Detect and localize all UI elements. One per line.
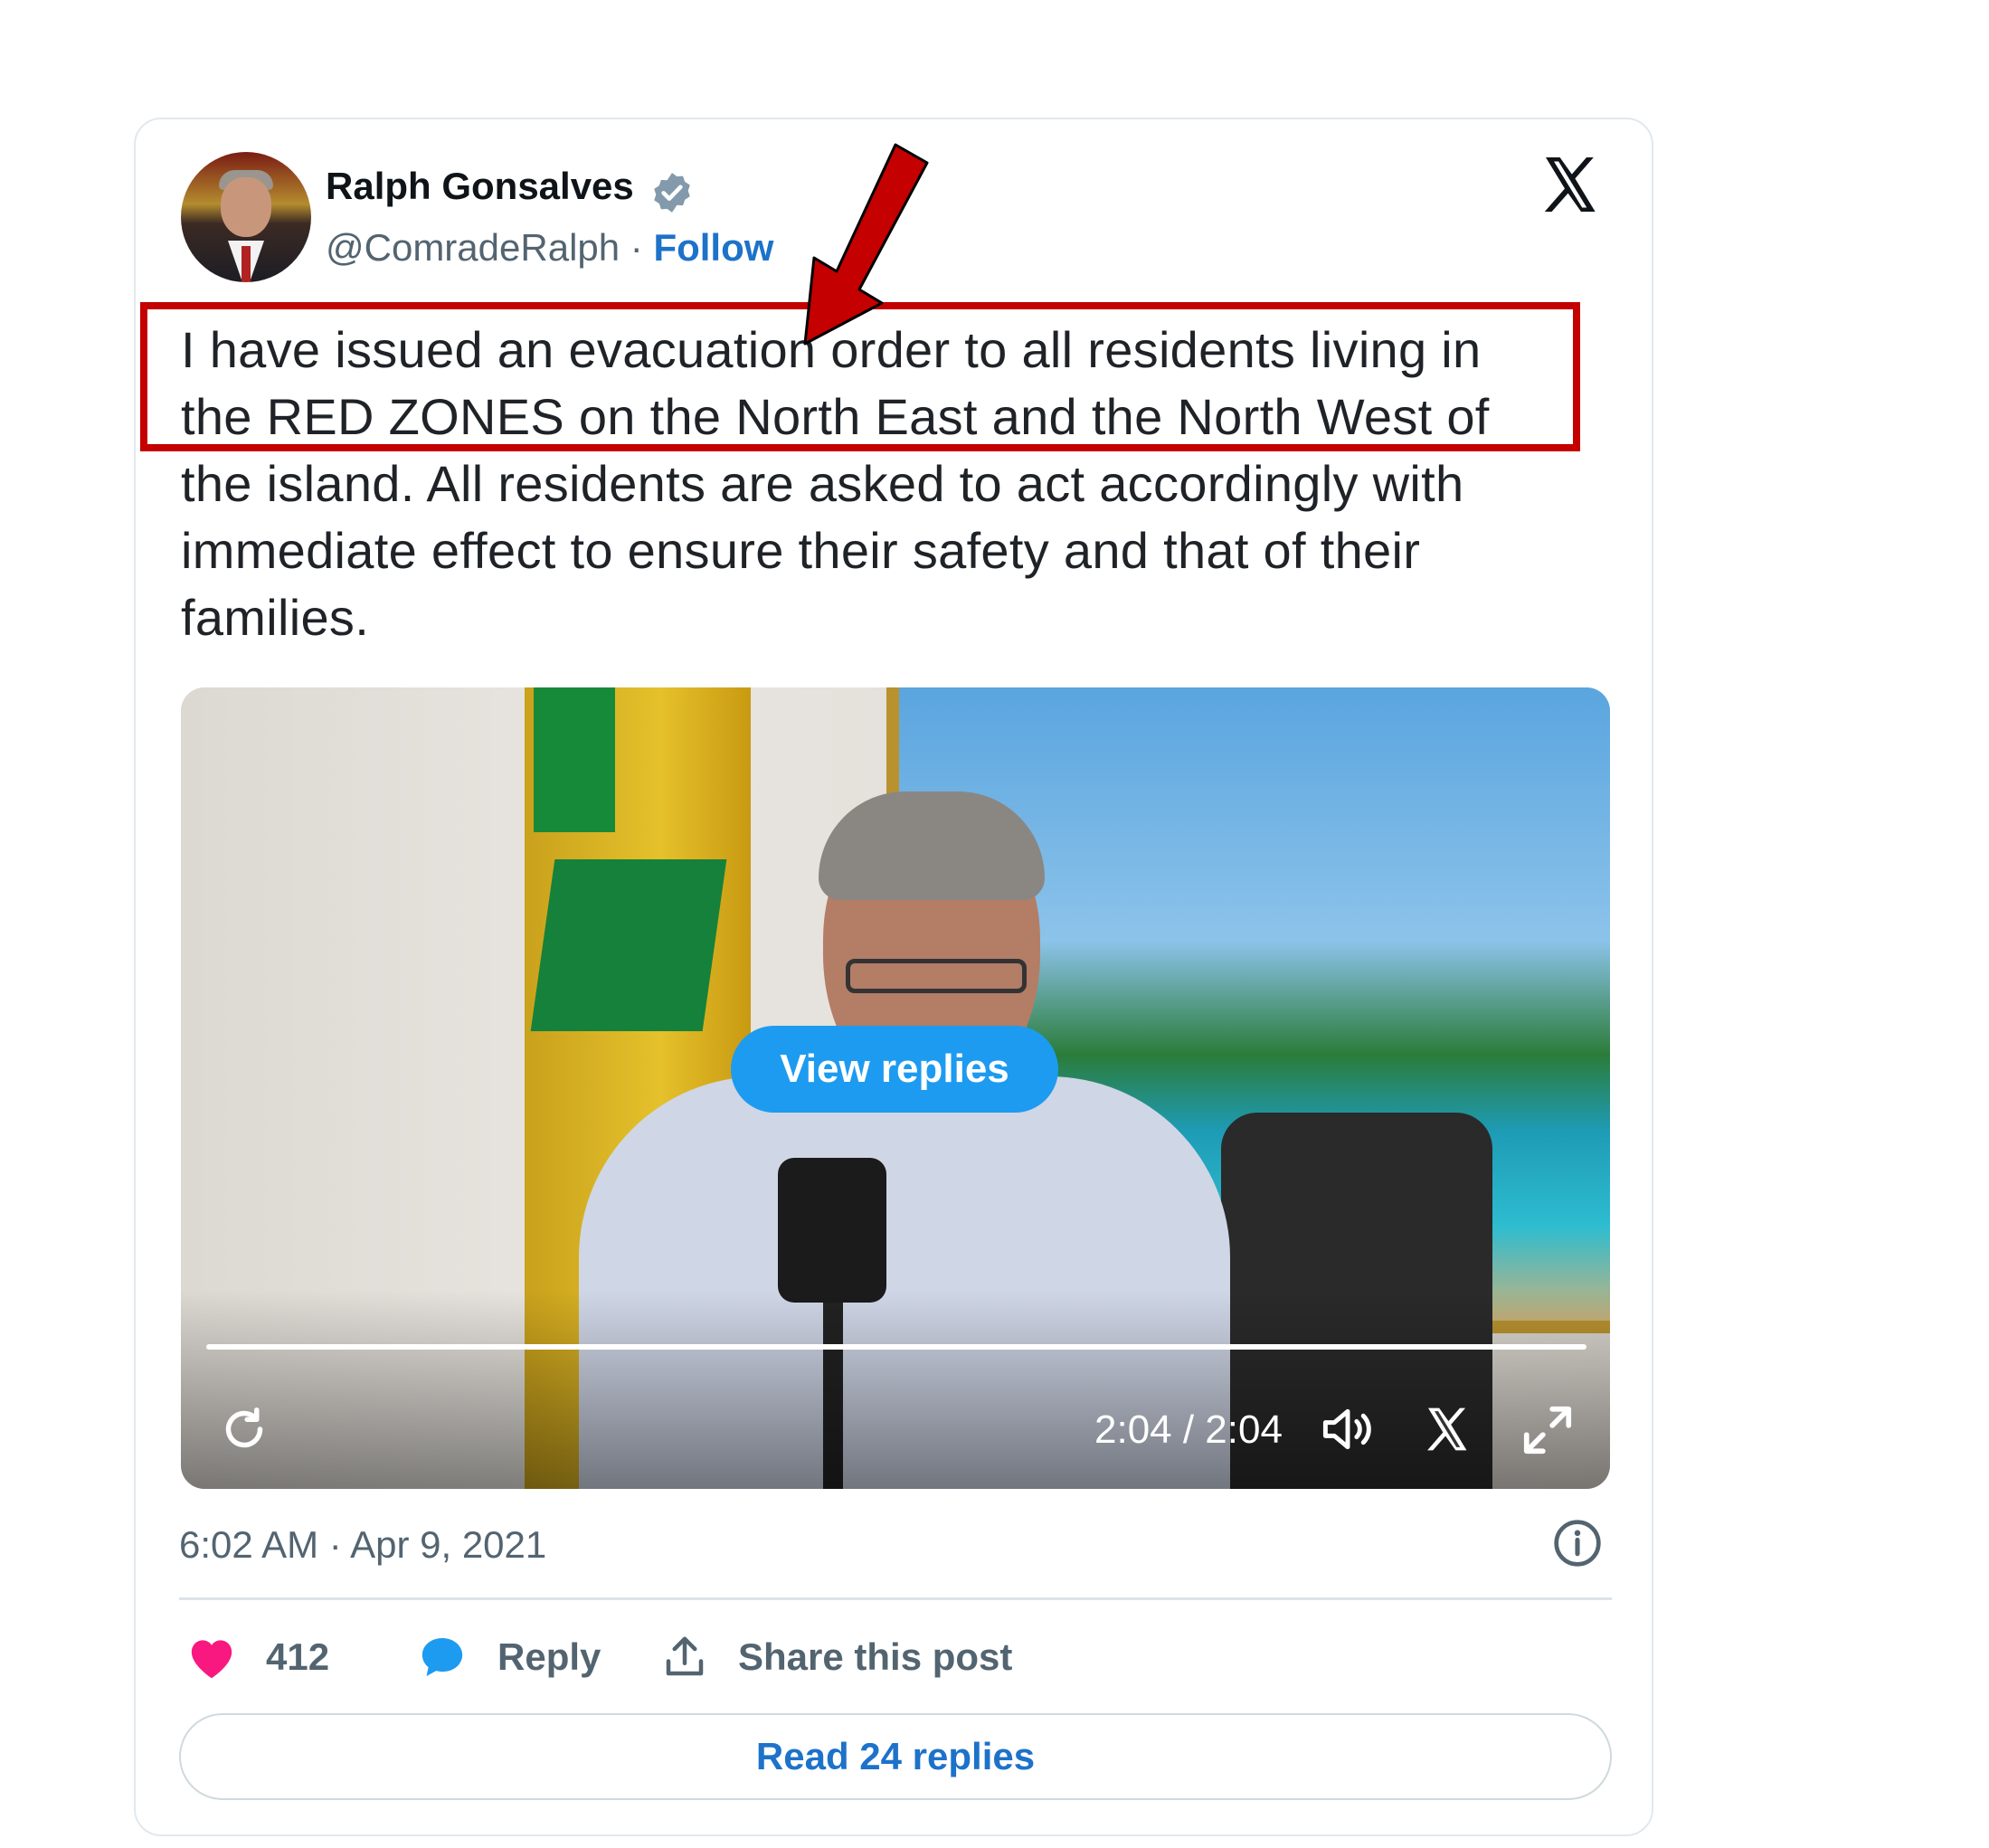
share-icon: [666, 1636, 704, 1676]
volume-icon[interactable]: [1319, 1402, 1377, 1456]
reply-bubble-icon: [421, 1638, 463, 1676]
video-controls-shade: [181, 1290, 1610, 1489]
video-person-glasses: [846, 959, 1027, 993]
reply-label: Reply: [497, 1635, 601, 1678]
author-name[interactable]: Ralph Gonsalves: [326, 165, 634, 208]
follow-link[interactable]: Follow: [653, 226, 773, 269]
replay-icon[interactable]: [217, 1402, 271, 1456]
video-microphone: [778, 1158, 886, 1303]
tweet-timestamp[interactable]: 6:02 AM · Apr 9, 2021: [179, 1523, 546, 1567]
like-button[interactable]: 412: [186, 1628, 329, 1686]
share-label: Share this post: [738, 1635, 1013, 1678]
tweet-line: families.: [181, 589, 370, 646]
video-time: 2:04 / 2:04: [1094, 1407, 1283, 1452]
author-handle[interactable]: @ComradeRalph: [326, 226, 620, 269]
like-count: 412: [266, 1635, 330, 1678]
share-button[interactable]: Share this post: [660, 1628, 1012, 1686]
expand-icon[interactable]: [1520, 1402, 1576, 1458]
info-icon[interactable]: [1552, 1518, 1603, 1568]
video-flag-stripe: [534, 687, 615, 832]
x-logo-icon[interactable]: [1538, 152, 1603, 217]
divider: [179, 1597, 1612, 1600]
reply-button[interactable]: Reply: [416, 1628, 601, 1686]
video-progress-bar[interactable]: [206, 1344, 1586, 1350]
avatar-face: [221, 177, 271, 237]
heart-icon: [191, 1640, 232, 1679]
tweet-line: the island. All residents are asked to a…: [181, 455, 1464, 512]
view-replies-button[interactable]: View replies: [731, 1026, 1058, 1113]
video-flag-diamond: [530, 859, 727, 1031]
x-small-icon[interactable]: [1422, 1404, 1473, 1455]
verified-badge-icon: [654, 173, 690, 213]
avatar[interactable]: [181, 152, 311, 282]
annotation-arrow-icon: [803, 143, 929, 346]
read-replies-button[interactable]: Read 24 replies: [179, 1713, 1612, 1800]
author-handle-row: @ComradeRalph · Follow: [326, 226, 773, 270]
avatar-tie: [242, 246, 251, 282]
handle-separator: ·: [620, 226, 654, 269]
tweet-line: immediate effect to ensure their safety …: [181, 522, 1421, 579]
